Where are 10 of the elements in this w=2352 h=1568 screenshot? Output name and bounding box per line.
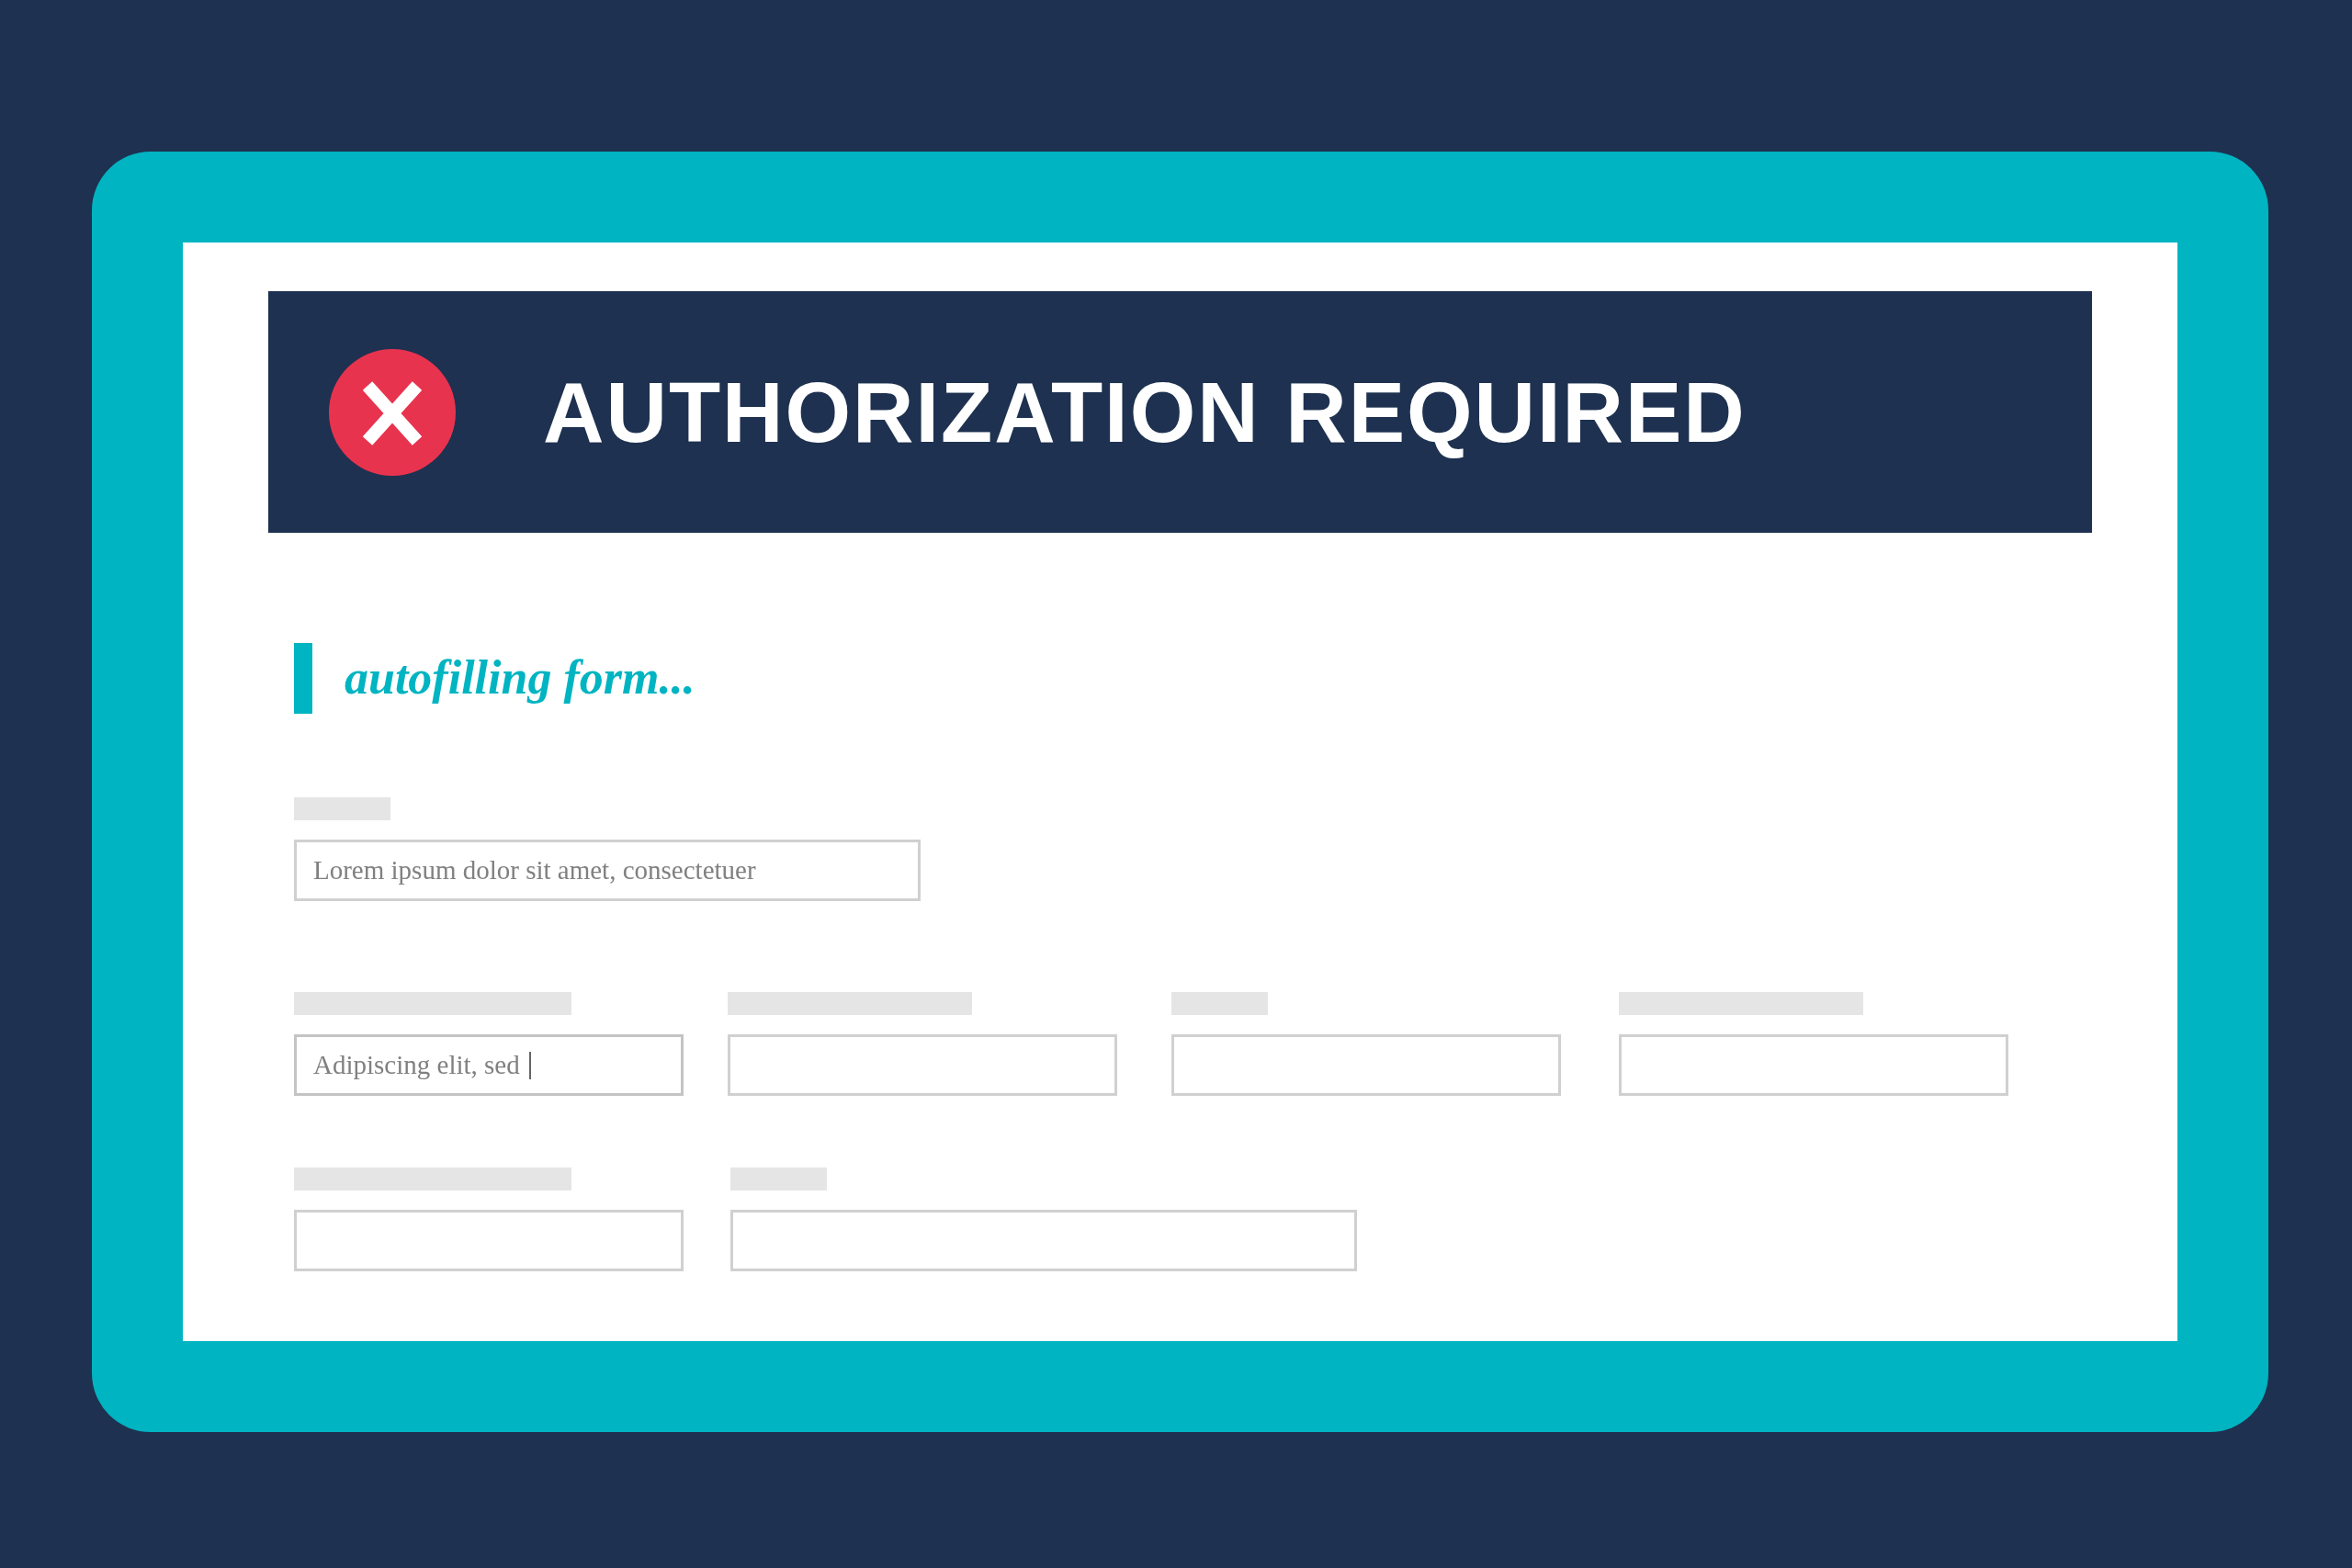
- text-cursor: [528, 1051, 531, 1079]
- input-field[interactable]: [730, 1210, 1357, 1271]
- input-field[interactable]: [1619, 1034, 2008, 1096]
- input-field[interactable]: [1171, 1034, 1561, 1096]
- input-field[interactable]: [294, 1210, 684, 1271]
- input-field[interactable]: [728, 1034, 1117, 1096]
- input-field[interactable]: Adipiscing elit, sed: [294, 1034, 684, 1096]
- input-field[interactable]: Lorem ipsum dolor sit amet, consectetuer: [294, 840, 921, 901]
- status-text: autofilling form...: [345, 650, 695, 705]
- error-icon: [329, 348, 456, 476]
